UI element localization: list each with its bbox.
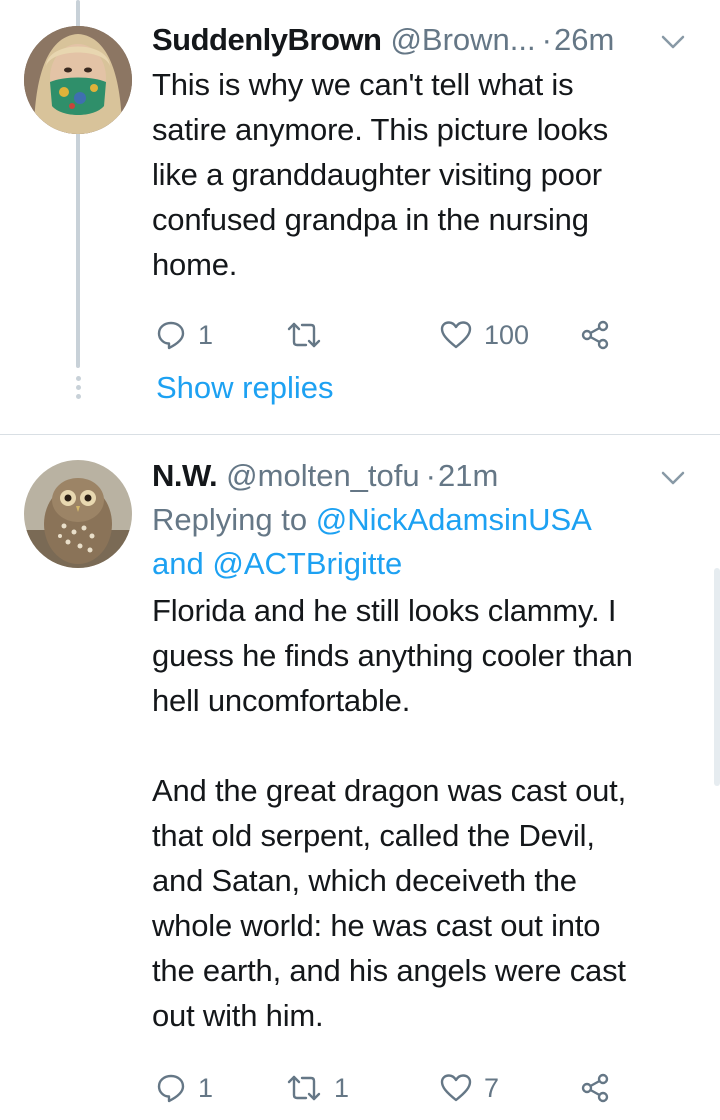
like-count: 7 [484, 1072, 500, 1103]
replying-to-line: Replying to @NickAdamsinUSA and @ACTBrig… [152, 498, 700, 586]
tweet-text: Florida and he still looks clammy. I gue… [152, 593, 633, 1033]
user-handle[interactable]: @molten_tofu [226, 454, 419, 498]
share-button[interactable] [580, 313, 610, 357]
heart-icon [440, 1074, 472, 1102]
retweet-button[interactable] [286, 313, 334, 357]
share-button[interactable] [580, 1066, 610, 1110]
thread-more-dots[interactable] [74, 376, 82, 403]
share-icon [581, 1073, 609, 1103]
reply-button[interactable]: 1 [156, 1066, 213, 1110]
reply-button[interactable]: 1 [156, 313, 213, 357]
tweet-actions: 1 1 7 [152, 1066, 700, 1110]
mention-link[interactable]: @ACTBrigitte [212, 546, 402, 581]
show-replies-link[interactable]: Show replies [156, 366, 333, 410]
reply-count: 1 [198, 1072, 214, 1103]
chevron-down-icon[interactable] [660, 470, 686, 486]
like-button[interactable]: 100 [440, 313, 529, 357]
tweet-text: This is why we can't tell what is satire… [152, 67, 609, 282]
tweet-actions: 1 100 [152, 313, 700, 357]
owl-avatar-icon [24, 460, 132, 568]
heart-icon [440, 321, 472, 349]
replying-to-prefix: Replying to [152, 502, 316, 537]
tweet-content: SuddenlyBrown @Brown... · 26m This is wh… [152, 18, 700, 357]
separator-dot: · [425, 458, 436, 493]
like-count: 100 [484, 319, 530, 350]
display-name[interactable]: N.W. [152, 454, 218, 498]
avatar[interactable] [24, 460, 132, 568]
chevron-down-icon[interactable] [660, 34, 686, 50]
replying-and-text: and [152, 546, 213, 581]
retweet-icon [287, 322, 321, 348]
timestamp[interactable]: 21m [438, 454, 498, 498]
tweet-header: SuddenlyBrown @Brown... · 26m [152, 18, 700, 62]
user-handle[interactable]: @Brown... [390, 18, 535, 62]
retweet-button[interactable]: 1 [286, 1066, 349, 1110]
masked-person-avatar-icon [24, 26, 132, 134]
reply-icon [157, 1074, 185, 1103]
tweet-header: N.W. @molten_tofu · 21m [152, 454, 700, 498]
timestamp[interactable]: 26m [554, 18, 614, 62]
display-name[interactable]: SuddenlyBrown [152, 18, 382, 62]
scrollbar[interactable] [714, 568, 720, 786]
retweet-count: 1 [334, 1072, 350, 1103]
tweet-thread-view: SuddenlyBrown @Brown... · 26m This is wh… [0, 0, 720, 1120]
reply-icon [157, 321, 185, 350]
separator-dot: · [541, 22, 552, 57]
avatar[interactable] [24, 26, 132, 134]
reply-count: 1 [198, 319, 214, 350]
tweet-divider [0, 434, 720, 435]
like-button[interactable]: 7 [440, 1066, 499, 1110]
share-icon [581, 320, 609, 350]
tweet-content: N.W. @molten_tofu · 21m Replying to @Nic… [152, 454, 700, 1110]
mention-link[interactable]: @NickAdamsinUSA [316, 502, 592, 537]
retweet-icon [287, 1075, 321, 1101]
